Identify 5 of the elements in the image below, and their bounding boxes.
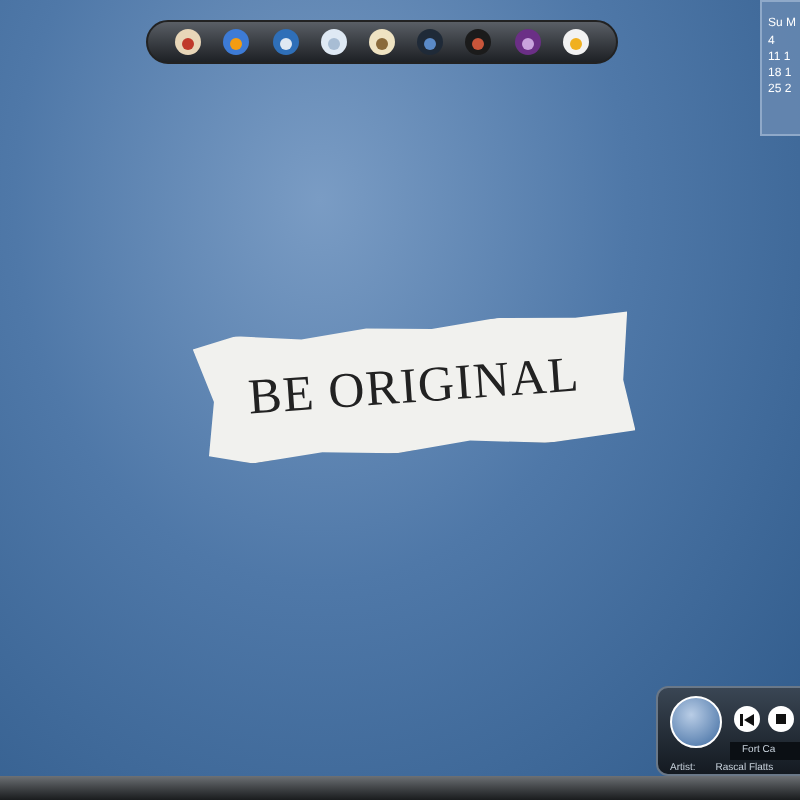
previous-button[interactable]	[734, 706, 760, 732]
stop-icon	[776, 714, 786, 724]
stop-button[interactable]	[768, 706, 794, 732]
previous-icon	[740, 713, 754, 725]
wallpaper-text: BE ORIGINAL	[245, 347, 583, 430]
